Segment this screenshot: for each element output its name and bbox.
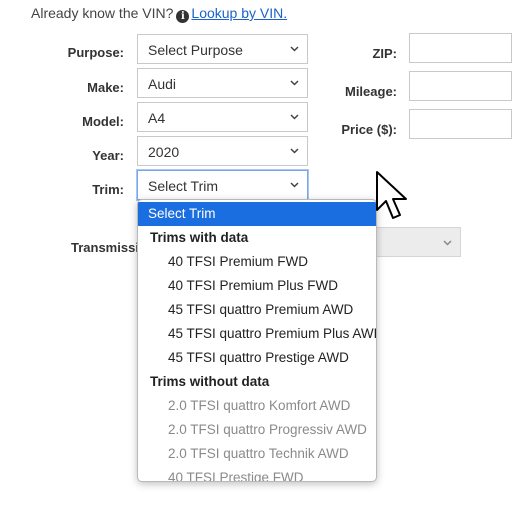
model-label: Model: — [82, 114, 124, 129]
trim-option[interactable]: 40 TFSI Premium FWD — [138, 250, 376, 274]
zip-input[interactable] — [409, 33, 512, 63]
vin-prompt: Already know the VIN? i Lookup by VIN. — [31, 5, 287, 23]
trim-select[interactable]: Select Trim — [137, 170, 308, 200]
chevron-down-icon — [290, 78, 299, 87]
trim-option-disabled: 2.0 TFSI quattro Progressiv AWD — [168, 422, 367, 437]
trim-option[interactable]: 45 TFSI quattro Premium Plus AWD — [138, 322, 376, 346]
optgroup-trims-without-data: Trims without data — [150, 374, 270, 389]
chevron-down-icon — [290, 180, 299, 189]
chevron-down-icon — [290, 112, 299, 121]
zip-label: ZIP: — [372, 46, 397, 61]
trim-option[interactable]: 45 TFSI quattro Prestige AWD — [138, 346, 376, 370]
info-circle-icon: i — [176, 10, 190, 23]
trim-option-disabled: 2.0 TFSI quattro Komfort AWD — [168, 398, 351, 413]
make-label: Make: — [87, 80, 124, 95]
vin-prompt-text: Already know the VIN? — [31, 5, 174, 21]
transmission-select[interactable] — [374, 227, 461, 257]
purpose-label: Purpose: — [67, 45, 124, 60]
purpose-select[interactable]: Select Purpose — [137, 34, 308, 64]
mouse-pointer-icon — [375, 170, 409, 227]
make-select[interactable]: Audi — [137, 68, 308, 98]
purpose-select-value: Select Purpose — [148, 42, 243, 58]
trim-option-disabled: 40 TFSI Prestige FWD — [168, 470, 304, 482]
chevron-down-icon — [443, 238, 452, 247]
trim-label: Trim: — [92, 182, 124, 197]
price-label: Price ($): — [341, 122, 397, 137]
model-select[interactable]: A4 — [137, 102, 308, 132]
chevron-down-icon — [290, 44, 299, 53]
year-select-value: 2020 — [148, 144, 180, 160]
year-label: Year: — [92, 148, 124, 163]
option-select-trim[interactable]: Select Trim — [138, 202, 376, 226]
trim-dropdown-list[interactable]: Select Trim Trims with data 40 TFSI Prem… — [137, 199, 377, 482]
optgroup-trims-with-data: Trims with data — [150, 230, 249, 245]
mileage-label: Mileage: — [344, 84, 397, 99]
year-select[interactable]: 2020 — [137, 136, 308, 166]
mileage-input[interactable] — [409, 71, 512, 101]
trim-select-value: Select Trim — [148, 178, 219, 194]
lookup-by-vin-link[interactable]: Lookup by VIN. — [191, 5, 287, 21]
trim-option-disabled: 2.0 TFSI quattro Technik AWD — [168, 446, 349, 461]
trim-option[interactable]: 40 TFSI Premium Plus FWD — [138, 274, 376, 298]
transmission-label: Transmissi — [71, 240, 139, 255]
trim-option[interactable]: 45 TFSI quattro Premium AWD — [138, 298, 376, 322]
model-select-value: A4 — [148, 110, 166, 126]
make-select-value: Audi — [148, 76, 177, 92]
chevron-down-icon — [290, 146, 299, 155]
price-input[interactable] — [409, 109, 512, 139]
